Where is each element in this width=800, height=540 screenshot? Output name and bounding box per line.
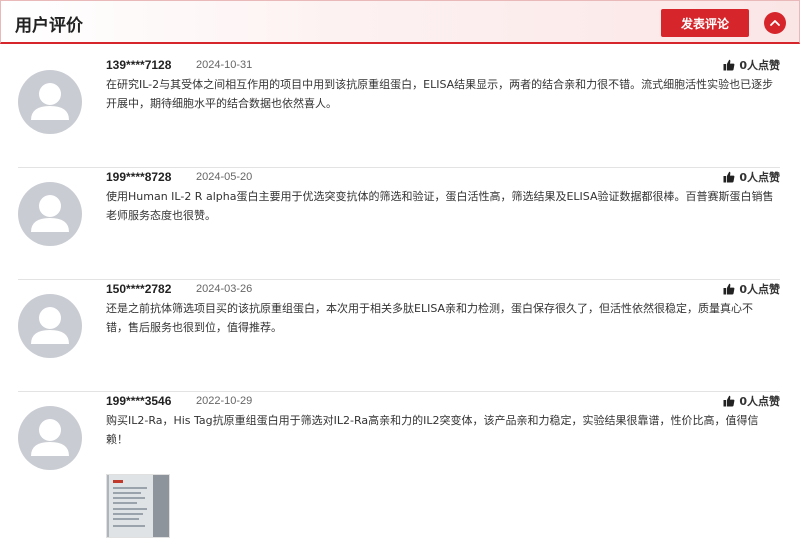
- like-button[interactable]: 0人点赞: [723, 282, 780, 296]
- user-avatar-icon: [31, 195, 69, 232]
- review-date: 2022-10-29: [196, 395, 253, 407]
- chevron-up-icon: [770, 20, 780, 26]
- review-item: 199****8728 2024-05-20 0人点赞 使用Human IL-2…: [18, 168, 780, 280]
- like-count: 0人点赞: [739, 59, 780, 72]
- document-photo-icon: [107, 475, 169, 537]
- reviewer-name: 150****2782: [106, 282, 172, 296]
- review-content: 使用Human IL-2 R alpha蛋白主要用于优选突变抗体的筛选和验证，蛋…: [106, 190, 774, 222]
- section-title: 用户评价: [15, 16, 83, 36]
- like-button[interactable]: 0人点赞: [723, 58, 780, 72]
- like-button[interactable]: 0人点赞: [723, 394, 780, 408]
- reviews-header: 用户评价 发表评论: [0, 0, 800, 44]
- review-date: 2024-10-31: [196, 59, 253, 71]
- thumbs-up-icon: [723, 171, 735, 183]
- avatar: [18, 406, 82, 470]
- review-content: 购买IL2-Ra，His Tag抗原重组蛋白用于筛选对IL2-Ra高亲和力的IL…: [106, 414, 759, 446]
- thumbs-up-icon: [723, 59, 735, 71]
- review-date: 2024-05-20: [196, 171, 253, 183]
- user-avatar-icon: [31, 419, 69, 456]
- review-item: 139****7128 2024-10-31 0人点赞 在研究IL-2与其受体之…: [18, 56, 780, 168]
- reviewer-name: 199****8728: [106, 170, 172, 184]
- user-avatar-icon: [31, 307, 69, 344]
- reviewer-name: 199****3546: [106, 394, 172, 408]
- review-date: 2024-03-26: [196, 283, 253, 295]
- review-content: 还是之前抗体筛选项目买的该抗原重组蛋白，本次用于相关多肽ELISA亲和力检测，蛋…: [106, 302, 754, 334]
- avatar: [18, 294, 82, 358]
- avatar: [18, 70, 82, 134]
- user-avatar-icon: [31, 83, 69, 120]
- review-attachment-thumbnail[interactable]: [106, 474, 170, 538]
- thumbs-up-icon: [723, 395, 735, 407]
- like-count: 0人点赞: [739, 283, 780, 296]
- reviewer-name: 139****7128: [106, 58, 172, 72]
- like-button[interactable]: 0人点赞: [723, 170, 780, 184]
- thumbs-up-icon: [723, 283, 735, 295]
- review-item: 150****2782 2024-03-26 0人点赞 还是之前抗体筛选项目买的…: [18, 280, 780, 392]
- like-count: 0人点赞: [739, 171, 780, 184]
- like-count: 0人点赞: [739, 395, 780, 408]
- review-item: 199****3546 2022-10-29 0人点赞 购买IL2-Ra，His…: [18, 392, 780, 540]
- post-review-button[interactable]: 发表评论: [661, 9, 749, 37]
- collapse-button[interactable]: [764, 12, 786, 34]
- review-content: 在研究IL-2与其受体之间相互作用的项目中用到该抗原重组蛋白，ELISA结果显示…: [106, 78, 774, 110]
- avatar: [18, 182, 82, 246]
